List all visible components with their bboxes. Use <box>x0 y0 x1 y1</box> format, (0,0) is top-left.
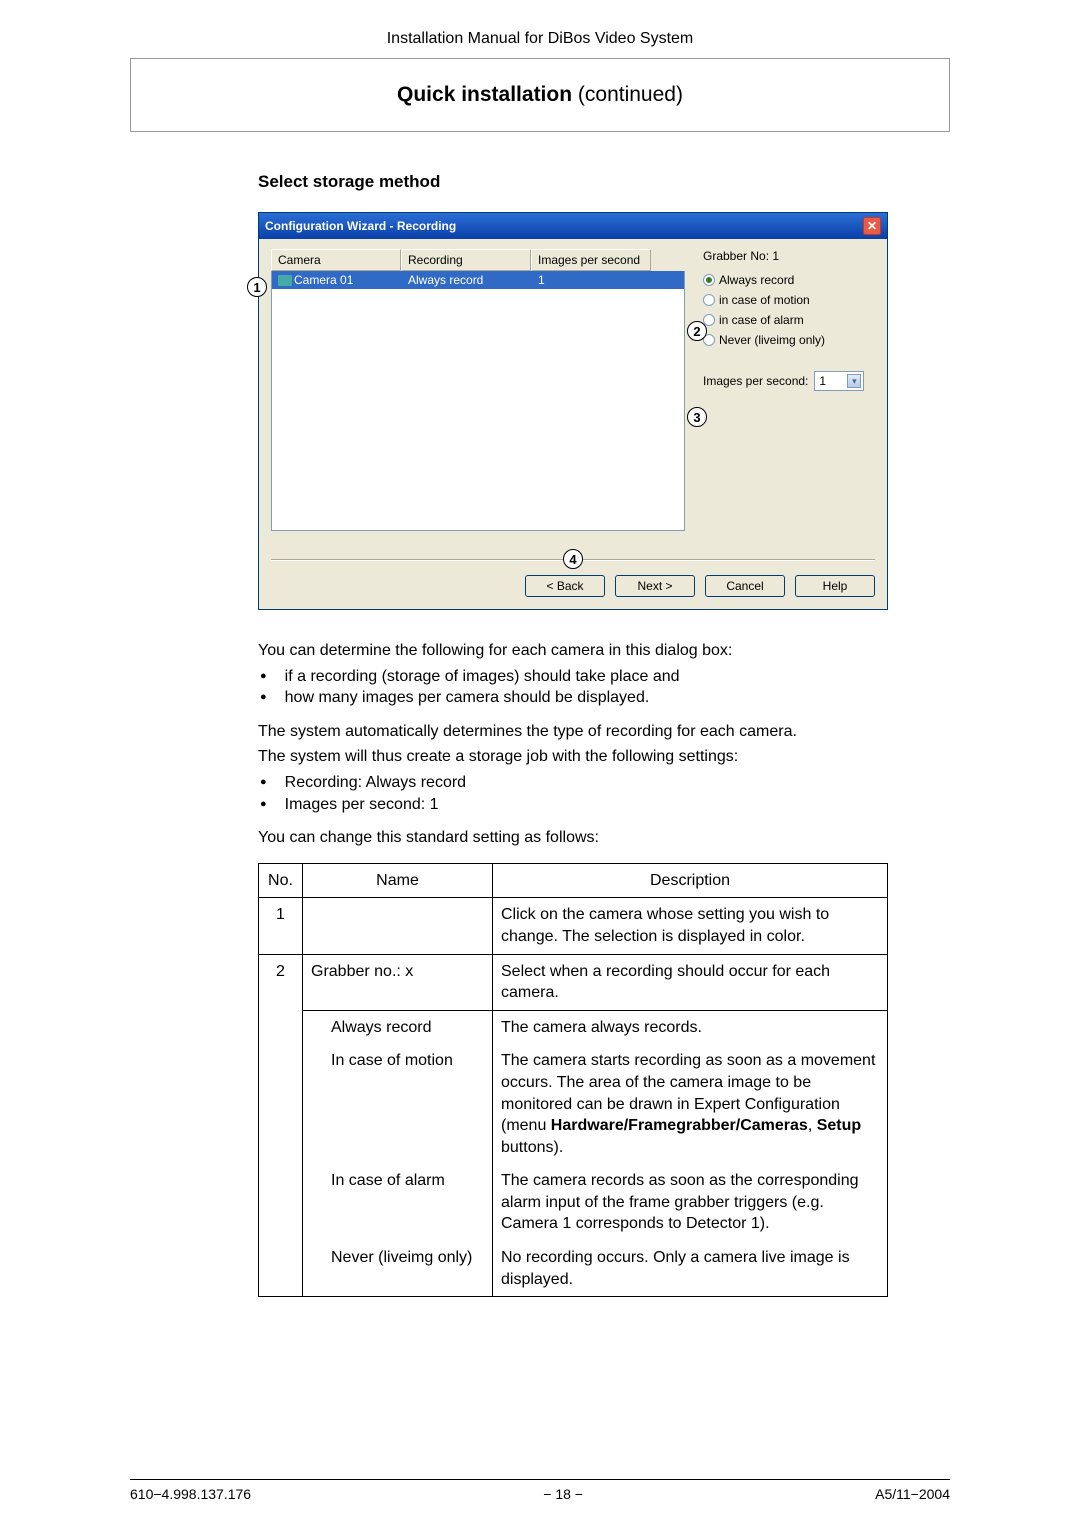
section-heading: Select storage method <box>258 172 950 192</box>
row-camera: Camera 01 <box>294 273 353 287</box>
back-button[interactable]: < Back <box>525 575 605 597</box>
close-icon[interactable]: ✕ <box>863 217 881 235</box>
p2b: The system will thus create a storage jo… <box>258 746 950 768</box>
row-ips: 1 <box>532 271 652 289</box>
footer-right: A5/11−2004 <box>875 1486 950 1502</box>
list-row[interactable]: Camera 01 Always record 1 <box>272 271 684 289</box>
radio-icon <box>703 294 715 306</box>
r2-desc: Select when a recording should occur for… <box>493 954 888 1010</box>
r1-desc: Click on the camera whose setting you wi… <box>493 898 888 954</box>
p2a: The system automatically determines the … <box>258 721 950 743</box>
doc-header: Installation Manual for DiBos Video Syst… <box>130 30 950 48</box>
section-title-box: Quick installation (continued) <box>130 58 950 132</box>
help-button[interactable]: Help <box>795 575 875 597</box>
footer-center: − 18 − <box>543 1486 583 1502</box>
ips-value: 1 <box>819 374 826 388</box>
list-body: Camera 01 Always record 1 <box>271 271 685 531</box>
page-footer: 610−4.998.137.176 − 18 − A5/11−2004 <box>130 1479 950 1502</box>
r2a-desc: The camera always records. <box>493 1010 888 1044</box>
chevron-down-icon: ▾ <box>847 374 861 388</box>
radio-never[interactable]: Never (liveimg only) <box>703 333 875 347</box>
grabber-label: Grabber No: 1 <box>703 249 875 263</box>
callout-1: 1 <box>247 277 267 297</box>
r2-name: Grabber no.: x <box>303 954 493 1010</box>
li1: if a recording (storage of images) shoul… <box>258 666 950 688</box>
next-button[interactable]: Next > <box>615 575 695 597</box>
radio-icon <box>703 274 715 286</box>
ips-combo[interactable]: 1 ▾ <box>814 371 864 391</box>
callout-4: 4 <box>563 549 583 569</box>
body-text: You can determine the following for each… <box>258 640 950 1297</box>
r1-name <box>303 898 493 954</box>
list-header: Camera Recording Images per second <box>271 249 685 271</box>
r2d-desc: No recording occurs. Only a camera live … <box>493 1241 888 1297</box>
radio-motion[interactable]: in case of motion <box>703 293 875 307</box>
r2c-name: In case of alarm <box>303 1164 493 1241</box>
li2: how many images per camera should be dis… <box>258 687 950 709</box>
r2b-name: In case of motion <box>303 1044 493 1164</box>
ips-label: Images per second: <box>703 374 808 388</box>
li4: Images per second: 1 <box>258 794 950 816</box>
right-panel: Grabber No: 1 Always record in case of m… <box>695 249 875 549</box>
th-no: No. <box>259 863 303 898</box>
cancel-button[interactable]: Cancel <box>705 575 785 597</box>
callout-3: 3 <box>687 407 707 427</box>
p3: You can change this standard setting as … <box>258 827 950 849</box>
p1: You can determine the following for each… <box>258 640 950 662</box>
r1-no: 1 <box>259 898 303 954</box>
radio-alarm[interactable]: in case of alarm <box>703 313 875 327</box>
dialog-titlebar: Configuration Wizard - Recording ✕ <box>259 213 887 239</box>
dialog-separator: 4 <box>271 559 875 561</box>
footer-left: 610−4.998.137.176 <box>130 1486 251 1502</box>
r2a-name: Always record <box>303 1010 493 1044</box>
th-desc: Description <box>493 863 888 898</box>
dialog-title-text: Configuration Wizard - Recording <box>265 219 456 233</box>
r2d-name: Never (liveimg only) <box>303 1241 493 1297</box>
title-rest: (continued) <box>572 83 683 106</box>
th-name: Name <box>303 863 493 898</box>
r2c-desc: The camera records as soon as the corres… <box>493 1164 888 1241</box>
col-camera[interactable]: Camera <box>271 249 401 271</box>
li3: Recording: Always record <box>258 772 950 794</box>
col-ips[interactable]: Images per second <box>531 249 651 271</box>
title-bold: Quick installation <box>397 83 572 106</box>
col-recording[interactable]: Recording <box>401 249 531 271</box>
r2b-desc: The camera starts recording as soon as a… <box>493 1044 888 1164</box>
radio-always[interactable]: Always record <box>703 273 875 287</box>
camera-list: 1 2 3 Camera Recording Images per second… <box>271 249 685 549</box>
row-recording: Always record <box>402 271 532 289</box>
description-table: No. Name Description 1 Click on the came… <box>258 863 888 1298</box>
callout-2: 2 <box>687 321 707 341</box>
config-wizard-dialog: Configuration Wizard - Recording ✕ 1 2 3… <box>258 212 888 610</box>
r2-no: 2 <box>259 954 303 1297</box>
camera-icon <box>278 275 292 286</box>
